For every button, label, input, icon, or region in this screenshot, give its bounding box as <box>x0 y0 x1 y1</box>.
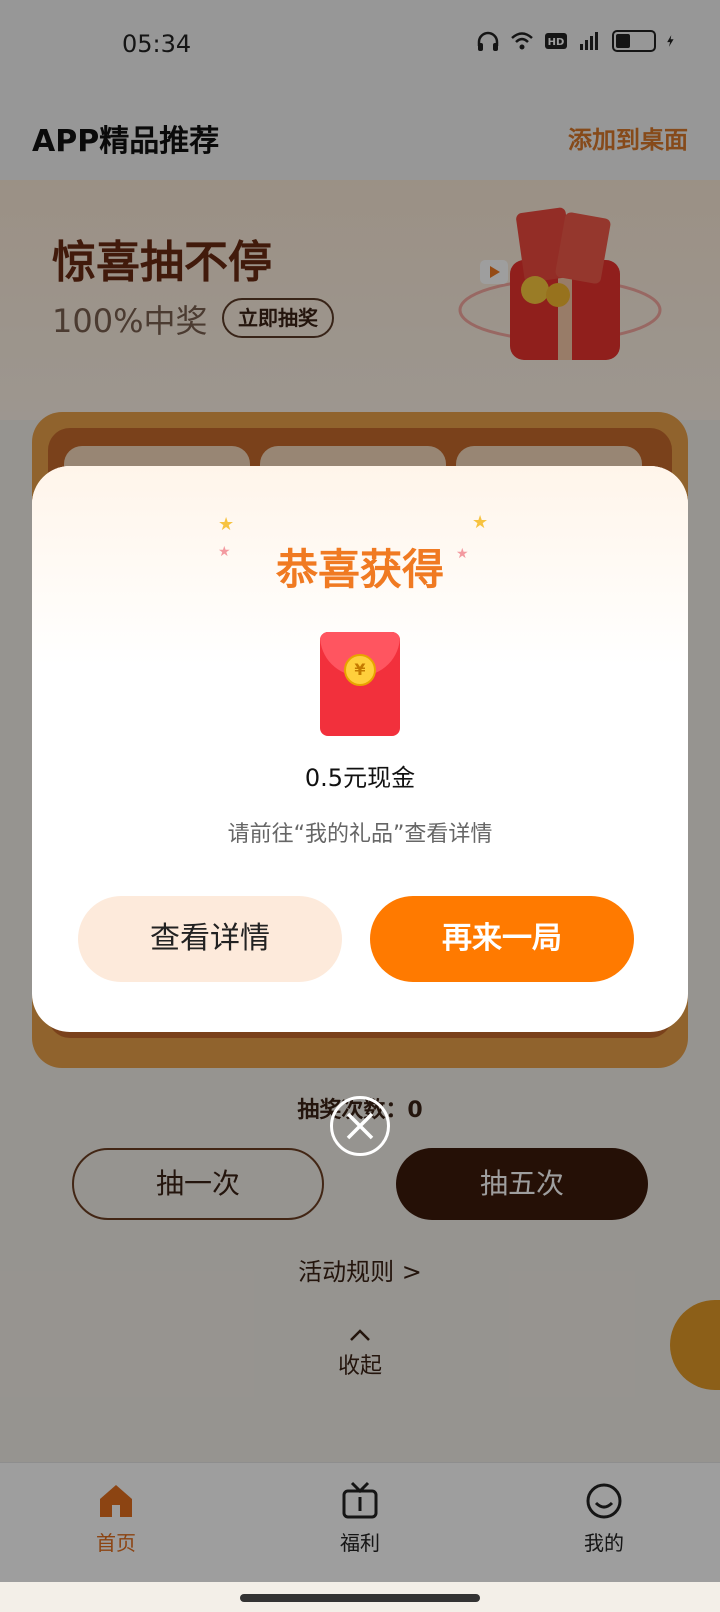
hint-text: 请前往“我的礼品”查看详情 <box>227 822 493 847</box>
close-dialog-button[interactable] <box>330 1096 390 1156</box>
prize-dialog: ★ ★ ★ ★ 恭喜获得 ¥ 0.5元现金 请前往“我的礼品”查看详情 查看详情… <box>32 466 688 1032</box>
red-envelope-icon: ¥ <box>320 632 400 736</box>
star-icon: ★ <box>218 514 235 535</box>
dialog-title: 恭喜获得 <box>275 545 444 594</box>
prize-text: 0.5元现金 <box>304 764 416 792</box>
home-indicator[interactable] <box>240 1594 480 1602</box>
view-details-button[interactable]: 查看详情 <box>78 896 342 982</box>
yuan-coin-icon: ¥ <box>344 654 376 686</box>
star-icon: ★ <box>472 512 489 533</box>
close-icon <box>346 1112 374 1140</box>
play-again-button[interactable]: 再来一局 <box>370 896 634 982</box>
